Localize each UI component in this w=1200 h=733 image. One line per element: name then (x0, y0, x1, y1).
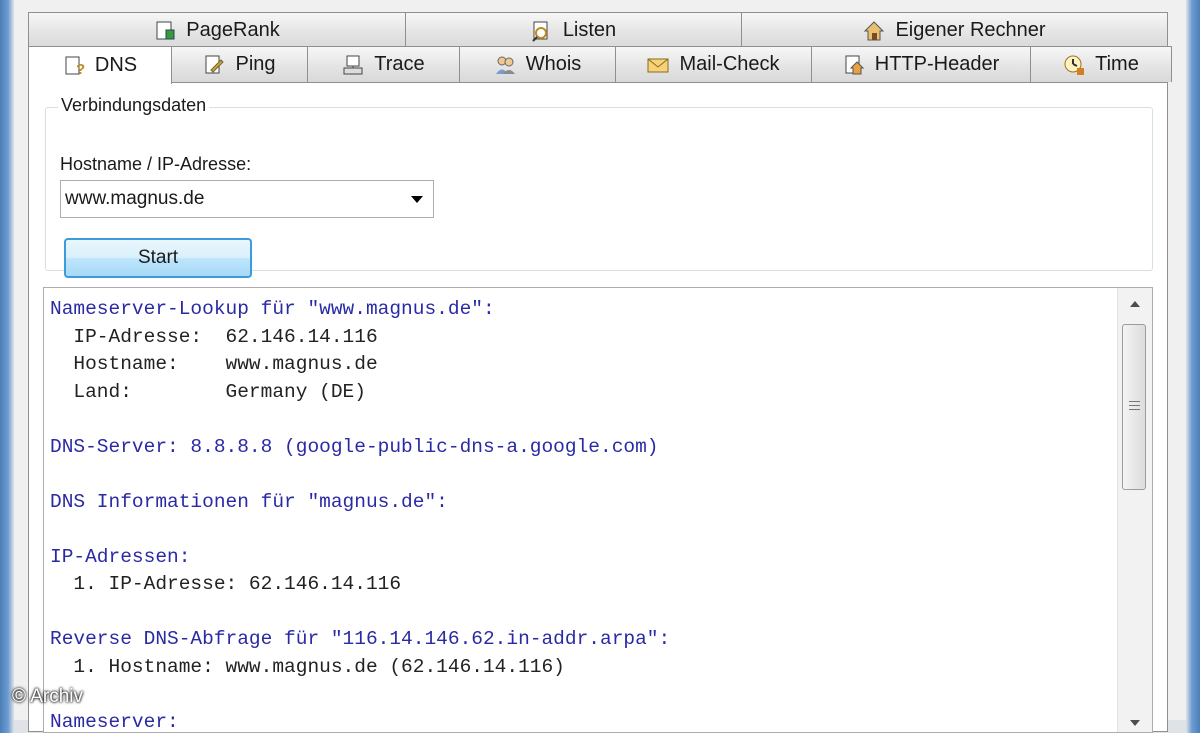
start-button[interactable]: Start (64, 238, 252, 278)
hostname-value: www.magnus.de (65, 188, 204, 210)
output-line: 1. IP-Adresse: 62.146.14.116 (50, 571, 670, 599)
tab-eigener-rechner[interactable]: Eigener Rechner (741, 12, 1168, 48)
tab-ping[interactable]: Ping (171, 46, 308, 82)
tab-mail-check[interactable]: Mail-Check (615, 46, 812, 82)
output-line: Reverse DNS-Abfrage für "116.14.146.62.i… (50, 626, 670, 654)
tab-http-header[interactable]: HTTP-Header (811, 46, 1031, 82)
tab-pagerank[interactable]: PageRank (28, 12, 406, 48)
watermark: © Archiv (12, 686, 83, 708)
tab-trace[interactable]: Trace (307, 46, 460, 82)
svg-text:?: ? (76, 61, 85, 77)
dropdown-arrow-icon[interactable] (411, 196, 423, 203)
tab-label: HTTP-Header (875, 53, 999, 76)
output-line: Nameserver-Lookup für "www.magnus.de": (50, 296, 670, 324)
vertical-scrollbar[interactable] (1117, 288, 1152, 733)
tab-listen[interactable]: Listen (405, 12, 742, 48)
pagerank-icon (154, 20, 176, 42)
output-line: Nameserver: (50, 709, 670, 733)
tab-label: Listen (563, 19, 616, 42)
scroll-up-icon[interactable] (1118, 288, 1152, 322)
hostname-label: Hostname / IP-Adresse: (60, 154, 251, 175)
output-line: DNS Informationen für "magnus.de": (50, 489, 670, 517)
output-line (50, 516, 670, 544)
output-line: IP-Adresse: 62.146.14.116 (50, 324, 670, 352)
output-line: IP-Adressen: (50, 544, 670, 572)
tab-label: Eigener Rechner (895, 19, 1045, 42)
trace-icon (342, 54, 364, 76)
ping-icon (203, 54, 225, 76)
connection-group-legend: Verbindungsdaten (58, 95, 209, 116)
output-line: Land: Germany (DE) (50, 379, 670, 407)
scroll-down-icon[interactable] (1118, 714, 1152, 733)
output-line: DNS-Server: 8.8.8.8 (google-public-dns-a… (50, 434, 670, 462)
dns-tab-panel: Verbindungsdaten Hostname / IP-Adresse: … (28, 82, 1168, 732)
whois-users-icon (494, 54, 516, 76)
output-line: Hostname: www.magnus.de (50, 351, 670, 379)
tab-label: Trace (374, 53, 424, 76)
home-computer-icon (863, 20, 885, 42)
tab-dns[interactable]: ? DNS (28, 46, 172, 84)
tab-row-2: ? DNS Ping Trace Whois Mail-Check HTTP-H… (28, 46, 1171, 82)
connection-group: Verbindungsdaten Hostname / IP-Adresse: … (45, 107, 1153, 271)
http-house-icon (843, 54, 865, 76)
output-line (50, 406, 670, 434)
output-line: 1. Hostname: www.magnus.de (62.146.14.11… (50, 654, 670, 682)
output-line (50, 599, 670, 627)
tab-label: Mail-Check (679, 53, 779, 76)
tab-time[interactable]: Time (1030, 46, 1172, 82)
tab-label: Whois (526, 53, 582, 76)
mail-icon (647, 54, 669, 76)
tab-label: Ping (235, 53, 275, 76)
output-line (50, 681, 670, 709)
output-line (50, 461, 670, 489)
list-search-icon (531, 20, 553, 42)
scrollbar-thumb[interactable] (1122, 324, 1146, 490)
grip-icon (1129, 401, 1140, 412)
tab-label: Time (1095, 53, 1139, 76)
time-icon (1063, 54, 1085, 76)
hostname-combobox[interactable]: www.magnus.de (60, 180, 434, 218)
tab-whois[interactable]: Whois (459, 46, 616, 82)
output-lines: Nameserver-Lookup für "www.magnus.de": I… (50, 296, 670, 733)
dns-help-icon: ? (63, 55, 85, 77)
output-textarea[interactable]: Nameserver-Lookup für "www.magnus.de": I… (43, 287, 1153, 733)
tab-label: PageRank (186, 19, 279, 42)
tab-row-1: PageRank Listen Eigener Rechner (28, 12, 1167, 48)
tab-label: DNS (95, 54, 137, 77)
